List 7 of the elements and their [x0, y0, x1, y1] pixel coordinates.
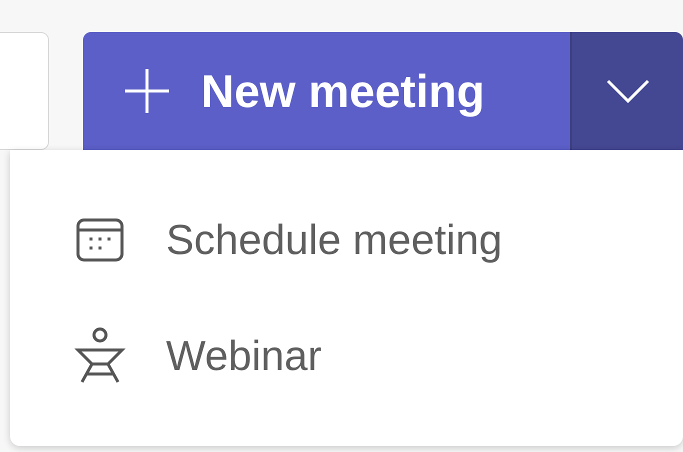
chevron-down-icon [606, 79, 650, 103]
menu-item[interactable]: Webinar [10, 324, 683, 388]
text-field[interactable] [0, 32, 49, 150]
menu-item[interactable]: Schedule meeting [10, 208, 683, 272]
new-meeting-button[interactable]: New meeting [83, 32, 570, 150]
plus-icon [123, 67, 171, 115]
dropdown-toggle[interactable] [570, 32, 683, 150]
